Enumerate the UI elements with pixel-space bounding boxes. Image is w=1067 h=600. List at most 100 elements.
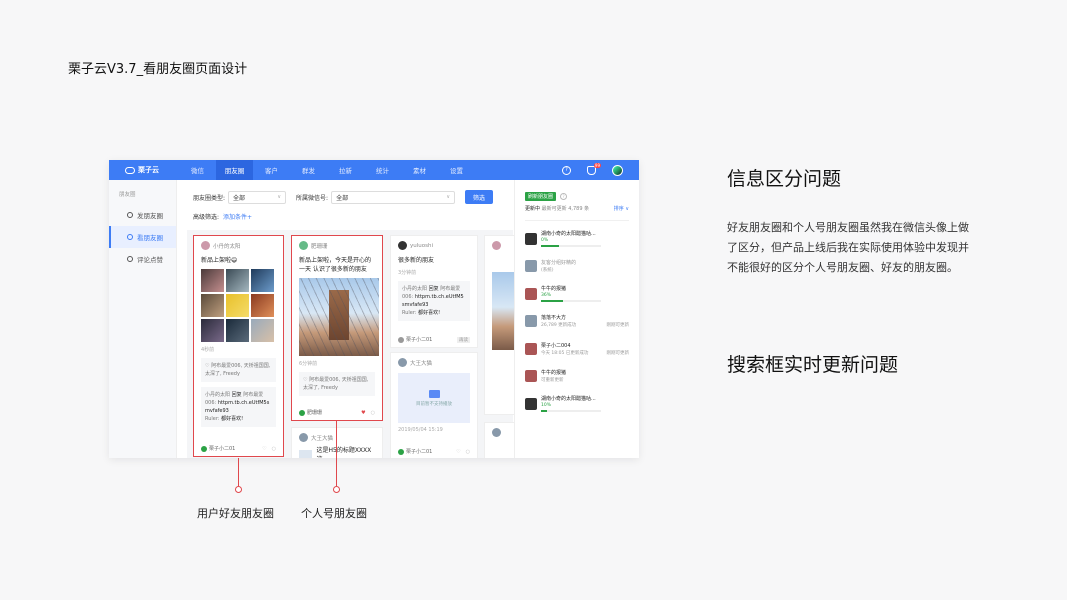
owner-name: 肥珊珊 xyxy=(307,410,323,416)
like-icon[interactable]: ♡ xyxy=(456,449,460,455)
filter-button[interactable]: 筛选 xyxy=(465,190,494,204)
moment-card-friend[interactable]: 小丹的太阳 新品上架啦😄 4秒前 ♡ 阿布最爱006, 天桥祖国国, 太深了, … xyxy=(193,235,284,457)
help-icon[interactable]: ? xyxy=(560,193,568,200)
comment-box: 小丹的太阳 回复 阿布最爱006: httpm.tb.ch.eUtfM5smvf… xyxy=(398,281,470,321)
avatar xyxy=(525,287,537,300)
progress-text: 36% xyxy=(541,293,552,299)
main-nav: 微信 朋友圈 客户 群发 拉新 统计 素材 设置 xyxy=(179,160,475,180)
comment-user: 小丹的太阳 xyxy=(205,392,231,398)
list-item[interactable]: 牛牛的报猪 36% xyxy=(525,280,629,308)
nav-item-materials[interactable]: 素材 xyxy=(401,160,438,180)
issue-title-search: 搜索框实时更新问题 xyxy=(727,354,899,376)
post-text: 新品上架啦😄 xyxy=(201,257,238,264)
list-item[interactable]: 栗子小二004 今天 18:05 已更新成功 刚刚可更新 xyxy=(525,335,629,363)
notification-badge: 99 xyxy=(593,162,601,168)
sidebar-item-post-moments[interactable]: 发朋友圈 xyxy=(109,204,176,226)
sort-dropdown[interactable]: 排序 ∨ xyxy=(614,205,629,212)
cloud-logo-icon xyxy=(125,166,135,174)
account-filter-label: 所属微信号: xyxy=(296,194,329,202)
sidebar-heading: 朋友圈 xyxy=(119,192,136,198)
nav-item-settings[interactable]: 设置 xyxy=(438,160,475,180)
nav-item-acquire[interactable]: 拉新 xyxy=(327,160,364,180)
nav-item-moments[interactable]: 朋友圈 xyxy=(216,160,253,180)
page-title: 栗子云V3.7_看朋友圈页面设计 xyxy=(68,62,248,77)
comment-text: 都好喜欢! xyxy=(418,310,441,316)
moment-card[interactable]: yuluoshi 很多新的朋友 3分钟前 小丹的太阳 回复 阿布最爱006: h… xyxy=(390,235,478,348)
type-select[interactable]: 全部 ∨ xyxy=(228,190,287,204)
account-side-status: 刚刚可更新 xyxy=(606,323,630,329)
comment-icon[interactable]: ○ xyxy=(371,410,375,416)
image-grid xyxy=(201,269,276,342)
bell-icon[interactable]: 99 xyxy=(587,162,601,175)
nav-item-stats[interactable]: 统计 xyxy=(364,160,401,180)
sidebar-item-view-moments[interactable]: 看朋友圈 xyxy=(109,226,176,248)
author-name: 大王大猫 xyxy=(410,360,433,367)
post-text: 新品上架啦，今天是开心的一天 认识了很多新的朋友 xyxy=(299,257,372,273)
account-name: 湖南小奇的太阳醋猫咕... xyxy=(541,231,596,238)
list-item[interactable]: 湖南小奇的太阳醋猫咕... 10% xyxy=(525,390,629,418)
progress-bar xyxy=(541,300,601,303)
nav-item-broadcast[interactable]: 群发 xyxy=(290,160,327,180)
like-icon[interactable]: ♡ xyxy=(262,446,266,452)
logo[interactable]: 栗子云 xyxy=(109,165,179,175)
sidebar: 朋友圈 发朋友圈 看朋友圈 评论点赞 xyxy=(109,180,177,458)
post-image[interactable] xyxy=(226,269,249,292)
moment-card-personal[interactable]: 肥珊珊 新品上架啦，今天是开心的一天 认识了很多新的朋友 6分钟前 ♡ 阿布最爱… xyxy=(291,235,383,421)
avatar xyxy=(492,241,501,250)
update-count: 最新可更新 4,789 条 xyxy=(541,206,590,212)
user-avatar[interactable] xyxy=(612,164,623,176)
post-image[interactable] xyxy=(492,272,514,350)
heart-filled-icon[interactable]: ♥ xyxy=(361,410,365,416)
comment-icon[interactable]: ○ xyxy=(466,449,470,455)
owner-name: 栗子小二01 xyxy=(209,446,236,452)
post-time: 3分钟前 xyxy=(398,270,417,276)
post-image[interactable] xyxy=(201,294,224,317)
callout-label-personal-moments: 个人号朋友圈 xyxy=(301,507,367,520)
issue-title-info: 信息区分问题 xyxy=(727,168,842,190)
account-sub: 可重新更新 xyxy=(541,378,564,384)
account-name: 牛牛的报猪 xyxy=(541,286,567,293)
post-image[interactable] xyxy=(299,278,379,356)
account-select[interactable]: 全部 ∨ xyxy=(331,190,456,204)
moments-feed: 小丹的太阳 新品上架啦😄 4秒前 ♡ 阿布最爱006, 天桥祖国国, 太深了, … xyxy=(187,230,524,458)
list-item[interactable]: 友客分组好精的 (系统) xyxy=(525,253,629,281)
video-player[interactable]: 目前暂不支持播放 xyxy=(398,373,470,423)
comment-box: ♡ 阿布最爱006, 天桥祖国国, 太深了, Freedy xyxy=(299,372,375,396)
type-select-value: 全部 xyxy=(233,194,246,202)
sidebar-item-comments-likes[interactable]: 评论点赞 xyxy=(109,248,176,270)
progress-fill xyxy=(541,410,547,413)
add-condition-link[interactable]: 添加条件+ xyxy=(223,212,252,221)
account-sub: 26,789 更新成功 xyxy=(541,323,577,329)
post-image[interactable] xyxy=(251,294,274,317)
list-item[interactable]: 落落不大方 26,789 更新成功 刚刚可更新 xyxy=(525,308,629,336)
post-image[interactable] xyxy=(251,269,274,292)
refresh-moments-button[interactable]: 刷新朋友圈 xyxy=(525,192,557,201)
progress-fill xyxy=(541,245,559,248)
help-icon[interactable]: ? xyxy=(562,165,571,175)
chevron-down-icon: ∨ xyxy=(446,194,451,200)
post-image[interactable] xyxy=(226,319,249,342)
comment-box: ♡ 阿布最爱006, 天桥祖国国, 太深了, Freedy xyxy=(201,358,276,382)
list-item[interactable]: 湖南小奇的太阳醋猫咕... 0% xyxy=(525,225,629,253)
comment-icon[interactable]: ○ xyxy=(272,446,276,452)
comment-user: Ruler: xyxy=(402,310,417,316)
account-name: 落落不大方 xyxy=(541,315,567,322)
list-item[interactable]: 牛牛的报猪 可重新更新 xyxy=(525,363,629,391)
moment-card-video[interactable]: 大王大猫 目前暂不支持播放 2019/05/04 15:19 栗子小二01 ♡ ○ xyxy=(390,352,478,458)
nav-item-wechat[interactable]: 微信 xyxy=(179,160,216,180)
avatar xyxy=(299,433,308,442)
type-filter-label: 朋友圈类型: xyxy=(193,194,226,202)
post-image[interactable] xyxy=(201,269,224,292)
nav-item-customers[interactable]: 客户 xyxy=(253,160,290,180)
post-image[interactable] xyxy=(251,319,274,342)
moment-card[interactable]: 大王大猫 这是H5的标题XXXX这 xyxy=(291,427,383,458)
post-time: 2019/05/04 15:19 xyxy=(398,427,443,433)
link-title: 这是H5的标题XXXX这 xyxy=(316,447,372,458)
wechat-icon xyxy=(398,448,404,455)
post-image[interactable] xyxy=(226,294,249,317)
owner-name: 栗子小二01 xyxy=(406,337,433,343)
avatar xyxy=(492,428,501,437)
chevron-down-icon: ∨ xyxy=(277,194,282,200)
post-image[interactable] xyxy=(201,319,224,342)
avatar xyxy=(525,260,537,273)
